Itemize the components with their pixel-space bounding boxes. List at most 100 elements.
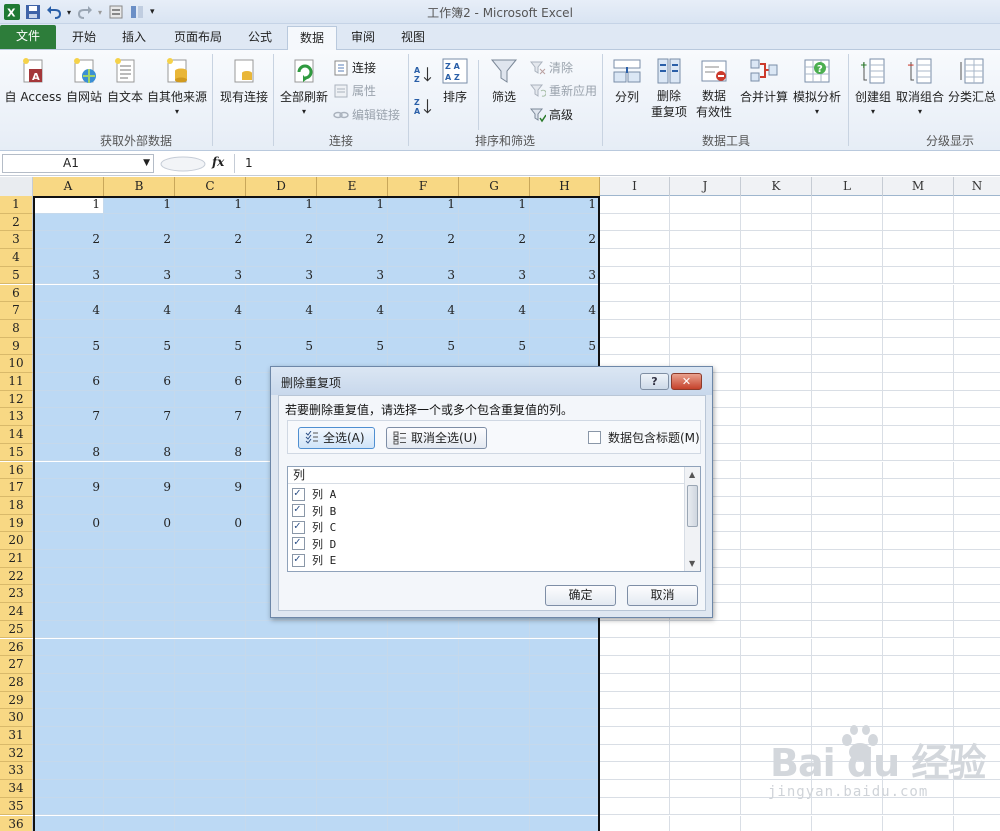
cell-b7[interactable]: 4 <box>104 302 175 320</box>
ok-button[interactable]: 确定 <box>545 585 616 606</box>
cell-j2[interactable] <box>670 213 741 232</box>
cell-i29[interactable] <box>600 691 670 710</box>
cell-m29[interactable] <box>883 691 954 710</box>
cell-d29[interactable] <box>246 691 317 710</box>
cell-j5[interactable] <box>670 266 741 285</box>
cell-h5[interactable]: 3 <box>530 266 600 285</box>
cell-l15[interactable] <box>812 443 883 462</box>
cell-n15[interactable] <box>954 444 1000 462</box>
cell-b2[interactable] <box>104 213 175 232</box>
cell-c10[interactable] <box>175 355 246 373</box>
checkbox-icon[interactable] <box>292 519 305 534</box>
cell-a17[interactable]: 9 <box>33 479 104 497</box>
cell-a27[interactable] <box>33 656 104 674</box>
cell-b34[interactable] <box>104 780 175 798</box>
cell-j27[interactable] <box>670 656 741 674</box>
tab-view[interactable]: 视图 <box>390 26 436 50</box>
cell-a23[interactable] <box>33 585 104 604</box>
chevron-down-icon[interactable]: ▼ <box>143 155 150 172</box>
cell-l3[interactable] <box>812 231 883 250</box>
cell-j33[interactable] <box>670 762 741 781</box>
cell-f6[interactable] <box>388 284 459 303</box>
column-option-3[interactable]: 列 D <box>292 535 336 553</box>
cell-g26[interactable] <box>459 638 530 657</box>
refresh-all-button[interactable]: 全部刷新 ▾ <box>278 56 330 116</box>
cell-g5[interactable]: 3 <box>459 266 530 285</box>
cell-j9[interactable] <box>670 337 741 356</box>
column-header-i[interactable]: I <box>600 177 670 196</box>
cell-n18[interactable] <box>954 497 1000 515</box>
cell-l7[interactable] <box>812 302 883 320</box>
cell-c6[interactable] <box>175 284 246 303</box>
cell-e30[interactable] <box>317 709 388 727</box>
cell-m16[interactable] <box>883 461 954 480</box>
cell-b13[interactable]: 7 <box>104 408 175 427</box>
cell-b28[interactable] <box>104 673 175 692</box>
cell-h28[interactable] <box>530 673 600 692</box>
row-header-16[interactable]: 16 <box>0 461 33 480</box>
cell-c21[interactable] <box>175 550 246 568</box>
cell-k24[interactable] <box>741 603 812 621</box>
cell-c32[interactable] <box>175 744 246 763</box>
cell-b16[interactable] <box>104 461 175 480</box>
column-option-4[interactable]: 列 E <box>292 552 336 569</box>
cell-c22[interactable] <box>175 567 246 586</box>
cell-e34[interactable] <box>317 780 388 798</box>
cell-i1[interactable] <box>600 196 670 214</box>
cell-m6[interactable] <box>883 284 954 303</box>
cell-c36[interactable] <box>175 815 246 831</box>
row-header-5[interactable]: 5 <box>0 266 33 285</box>
cell-a18[interactable] <box>33 496 104 515</box>
cell-n10[interactable] <box>954 355 1000 373</box>
scroll-thumb[interactable] <box>687 485 698 527</box>
cell-d7[interactable]: 4 <box>246 302 317 320</box>
cell-i32[interactable] <box>600 744 670 763</box>
cell-m5[interactable] <box>883 266 954 285</box>
cell-a9[interactable]: 5 <box>33 337 104 356</box>
cell-e27[interactable] <box>317 656 388 674</box>
cell-l6[interactable] <box>812 284 883 303</box>
cell-b10[interactable] <box>104 355 175 373</box>
row-header-34[interactable]: 34 <box>0 780 33 798</box>
cell-l26[interactable] <box>812 638 883 657</box>
cell-k12[interactable] <box>741 390 812 409</box>
row-header-12[interactable]: 12 <box>0 390 33 409</box>
cell-n1[interactable] <box>954 196 1000 214</box>
checkbox-icon[interactable] <box>292 535 305 551</box>
cell-i28[interactable] <box>600 673 670 692</box>
checkbox-icon[interactable] <box>292 502 305 518</box>
cell-b12[interactable] <box>104 390 175 409</box>
cell-g6[interactable] <box>459 284 530 303</box>
cell-k36[interactable] <box>741 815 812 831</box>
cell-a5[interactable]: 3 <box>33 266 104 285</box>
row-header-6[interactable]: 6 <box>0 284 33 303</box>
cell-b33[interactable] <box>104 762 175 781</box>
cell-a1[interactable]: 1 <box>33 196 104 214</box>
cell-m12[interactable] <box>883 390 954 409</box>
cell-i36[interactable] <box>600 815 670 831</box>
cell-e36[interactable] <box>317 815 388 831</box>
cell-k2[interactable] <box>741 213 812 232</box>
cell-g3[interactable]: 2 <box>459 231 530 250</box>
row-header-24[interactable]: 24 <box>0 603 33 621</box>
row-header-1[interactable]: 1 <box>0 196 33 214</box>
cell-b27[interactable] <box>104 656 175 674</box>
cell-k6[interactable] <box>741 284 812 303</box>
cell-d8[interactable] <box>246 319 317 338</box>
cell-d9[interactable]: 5 <box>246 337 317 356</box>
cell-c19[interactable]: 0 <box>175 514 246 533</box>
cell-l17[interactable] <box>812 479 883 497</box>
cell-a20[interactable] <box>33 532 104 550</box>
cell-m13[interactable] <box>883 408 954 427</box>
cell-e25[interactable] <box>317 620 388 639</box>
cell-a31[interactable] <box>33 727 104 745</box>
cell-k21[interactable] <box>741 550 812 568</box>
cell-h31[interactable] <box>530 727 600 745</box>
cell-h7[interactable]: 4 <box>530 302 600 320</box>
properties-button[interactable]: 属性 <box>333 82 376 99</box>
row-header-10[interactable]: 10 <box>0 355 33 373</box>
cell-a28[interactable] <box>33 673 104 692</box>
cell-a3[interactable]: 2 <box>33 231 104 250</box>
cell-c2[interactable] <box>175 213 246 232</box>
cell-j29[interactable] <box>670 691 741 710</box>
